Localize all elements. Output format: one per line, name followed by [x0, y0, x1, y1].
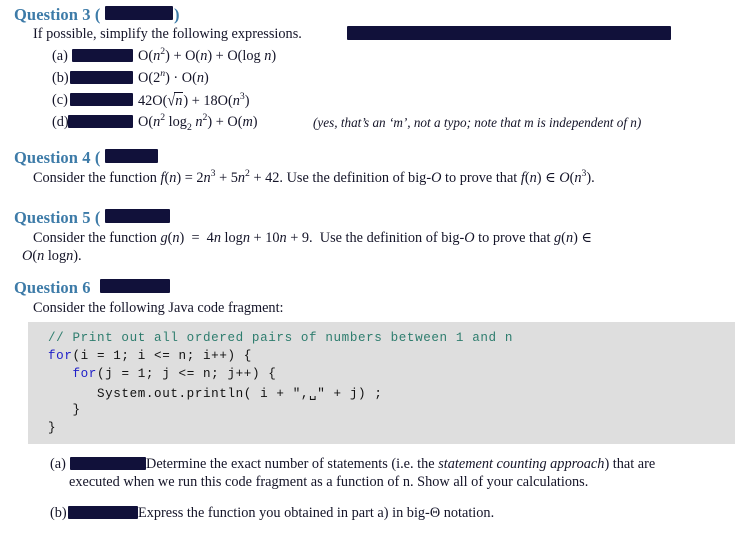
- question-4-body: Consider the function f(n) = 2n3 + 5n2 +…: [33, 168, 595, 186]
- redaction-bar-q6b-points: [68, 506, 138, 519]
- redaction-bar-q5-points: [105, 209, 170, 223]
- code-line-for-inner: for(j = 1; j <= n; j++) {: [48, 367, 276, 381]
- question-6-part-a-label: (a): [50, 456, 66, 472]
- question-3-item-b-expression: O(2n) · O(n): [138, 68, 209, 86]
- question-3-item-d-label: (d): [52, 114, 69, 130]
- redaction-bar-q3-points: [105, 6, 173, 20]
- question-3-item-c-expression: 42O(√n) + 18O(n3): [138, 91, 250, 111]
- question-5-heading: Question 5 (: [14, 208, 100, 228]
- worksheet-page: Question 3 () If possible, simplify the …: [0, 0, 747, 545]
- code-text-for-outer: (i = 1; i <= n; i++) {: [72, 349, 252, 363]
- question-6-part-a-text-post: ) that are: [604, 456, 656, 472]
- question-6-part-a-emphasis: statement counting approach: [438, 456, 605, 472]
- code-line-close-outer: }: [48, 421, 57, 435]
- code-indent-inner: [48, 367, 72, 381]
- question-3-item-c-label: (c): [52, 92, 68, 108]
- question-6-part-b-text: Express the function you obtained in par…: [138, 505, 495, 521]
- question-6-intro: Consider the following Java code fragmen…: [33, 300, 284, 316]
- redaction-bar-q3c-points: [70, 93, 133, 106]
- question-3-heading-tail: ): [174, 5, 180, 24]
- question-3-heading: Question 3 (): [14, 5, 180, 25]
- question-4-heading-text: Question 4 (: [14, 148, 101, 167]
- redaction-bar-q3a-points: [72, 49, 133, 62]
- question-6-part-b-label: (b): [50, 505, 67, 521]
- question-6-part-a-line-1: Determine the exact number of statements…: [146, 456, 655, 473]
- redaction-bar-q6-points: [100, 279, 170, 293]
- question-6-heading: Question 6: [14, 278, 91, 298]
- question-6-heading-text: Question 6: [14, 278, 91, 297]
- question-3-note: (yes, that’s an ‘m’, not a typo; note th…: [313, 115, 642, 130]
- code-line-for-outer: for(i = 1; i <= n; i++) {: [48, 349, 252, 363]
- code-text-for-inner: (j = 1; j <= n; j++) {: [96, 367, 277, 381]
- question-3-item-a-expression: O(n2) + O(n) + O(log n): [138, 46, 277, 64]
- question-6-part-a-line-2: executed when we run this code fragment …: [69, 474, 589, 490]
- question-6-part-a-text-pre: Determine the exact number of statements…: [146, 456, 439, 472]
- question-3-item-a-label: (a): [52, 48, 68, 64]
- question-4-heading: Question 4 (: [14, 148, 100, 168]
- code-line-close-inner: }: [48, 403, 81, 417]
- code-keyword-for-inner: for: [72, 367, 97, 381]
- question-3-item-b-label: (b): [52, 70, 69, 86]
- redaction-bar-q3b-points: [70, 71, 133, 84]
- code-keyword-for-outer: for: [48, 349, 73, 363]
- redaction-bar-q6a-points: [70, 457, 146, 470]
- question-5-heading-text: Question 5 (: [14, 208, 101, 227]
- question-3-intro: If possible, simplify the following expr…: [33, 26, 302, 42]
- code-line-println: System.out.println( i + ",␣" + j) ;: [48, 387, 383, 401]
- redaction-bar-q4-points: [105, 149, 158, 163]
- redaction-bar-q3d-points: [68, 115, 133, 128]
- redaction-bar-q3-intro-sentence: [347, 26, 671, 40]
- question-5-body-line-2: O(n logn).: [22, 248, 82, 264]
- question-3-item-d-expression: O(n2 log2 n2) + O(m): [138, 112, 258, 133]
- code-line-comment: // Print out all ordered pairs of number…: [48, 331, 513, 345]
- question-3-heading-text: Question 3 (: [14, 5, 101, 24]
- question-5-body-line-1: Consider the function g(n) = 4n logn + 1…: [33, 230, 593, 246]
